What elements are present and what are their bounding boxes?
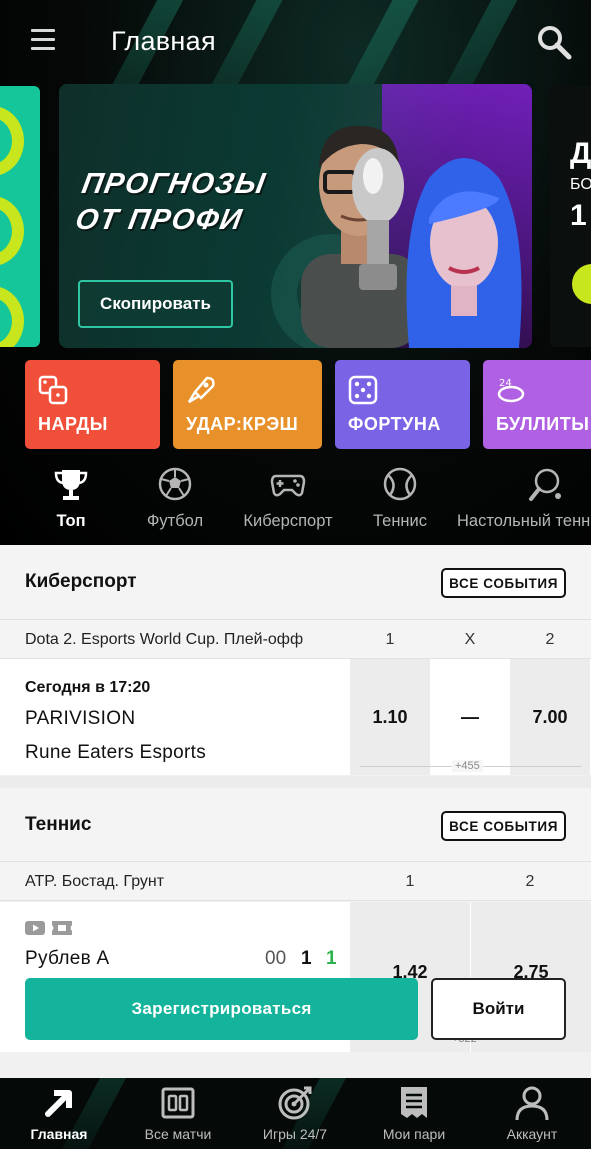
col-head-x: X: [464, 631, 476, 648]
register-button[interactable]: Зарегистрироваться: [25, 978, 418, 1040]
team-home: Рублев А: [25, 948, 110, 969]
user-icon: [515, 1086, 549, 1121]
nav-account[interactable]: Аккаунт: [496, 1084, 568, 1146]
app-header: Главная: [0, 0, 591, 86]
event-card[interactable]: Сегодня в 17:20 PARIVISION Rune Eaters E…: [0, 659, 591, 775]
hamburger-menu-icon[interactable]: [31, 29, 55, 51]
svg-text:24: 24: [499, 378, 512, 389]
esports-section-header: Киберспорт ВСЕ СОБЫТИЯ: [0, 545, 591, 619]
game-tile-label: НАРДЫ: [38, 414, 108, 434]
scoreboard-icon: [161, 1087, 195, 1119]
gamepad-icon: [270, 474, 306, 497]
tab-esports[interactable]: Киберспорт: [232, 466, 344, 538]
score-games: 00: [265, 948, 287, 969]
league-row[interactable]: Dota 2. Esports World Cup. Плей-офф 1 X …: [0, 619, 591, 659]
game-tile-label: УДАР:КРЭШ: [186, 414, 299, 434]
all-events-button[interactable]: ВСЕ СОБЫТИЯ: [441, 568, 566, 598]
game-tile-label: БУЛЛИТЫ: [496, 414, 590, 434]
score-points: 1: [326, 948, 337, 969]
bottom-nav: Главная Все матчи Игры 24/7 Мои пари Акк…: [0, 1078, 591, 1149]
copy-promo-button[interactable]: Скопировать: [78, 280, 233, 328]
team-away: Rune Eaters Esports: [25, 742, 207, 763]
score-sets: 1: [301, 948, 312, 969]
ticket-icon: [52, 921, 72, 935]
nav-all-matches[interactable]: Все матчи: [136, 1084, 220, 1146]
game-tile-fortuna[interactable]: ФОРТУНА: [335, 360, 470, 449]
odd-draw-button[interactable]: —: [430, 659, 510, 775]
tab-table-tennis[interactable]: Настольный теннис: [457, 466, 591, 538]
nav-my-bets[interactable]: Мои пари: [374, 1084, 454, 1146]
rocket-icon: [187, 376, 215, 404]
tab-tennis[interactable]: Теннис: [366, 466, 434, 538]
game-tile-bullity[interactable]: 24 БУЛЛИТЫ: [483, 360, 591, 449]
search-icon[interactable]: [536, 24, 572, 60]
video-icon: [25, 921, 45, 935]
promo-banner-next[interactable]: Д БО 1: [550, 86, 591, 347]
league-row[interactable]: ATP. Бостад. Грунт 1 2: [0, 861, 591, 901]
col-head-1: 1: [405, 873, 415, 890]
dice-icon: [348, 375, 378, 405]
puck-icon: 24: [497, 378, 525, 403]
soccer-ball-icon: [158, 467, 192, 501]
game-tile-nardy[interactable]: НАРДЫ: [25, 360, 160, 449]
tab-football[interactable]: Футбол: [138, 466, 212, 538]
promo-banner[interactable]: Прогнозы от профи Скопировать: [59, 84, 532, 348]
game-tile-udar-crash[interactable]: УДАР:КРЭШ: [173, 360, 322, 449]
tab-top[interactable]: Топ: [40, 466, 102, 538]
top-area: Главная Прогнозы от профи: [0, 0, 591, 545]
league-name: Dota 2. Esports World Cup. Плей-офф: [25, 631, 304, 648]
event-time: Сегодня в 17:20: [25, 679, 151, 696]
ping-pong-icon: [529, 468, 561, 501]
promo-banner-previous[interactable]: [0, 86, 40, 347]
odd-home-button[interactable]: 1.10: [350, 659, 430, 775]
league-name: ATP. Бостад. Грунт: [25, 873, 165, 890]
nav-games[interactable]: Игры 24/7: [252, 1084, 338, 1146]
trophy-icon: [54, 470, 88, 500]
col-head-1: 1: [385, 631, 395, 648]
all-events-button[interactable]: ВСЕ СОБЫТИЯ: [441, 811, 566, 841]
tennis-ball-icon: [383, 467, 417, 501]
team-home: PARIVISION: [25, 708, 136, 729]
login-button[interactable]: Войти: [431, 978, 566, 1040]
more-markets-count[interactable]: +455: [452, 760, 483, 772]
expert-woman-image: [406, 158, 522, 348]
receipt-icon: [401, 1087, 427, 1118]
col-head-2: 2: [545, 631, 555, 648]
game-tile-label: ФОРТУНА: [348, 414, 441, 434]
target-icon: [278, 1086, 312, 1120]
nav-home[interactable]: Главная: [24, 1084, 94, 1146]
tennis-section-header: Теннис ВСЕ СОБЫТИЯ: [0, 788, 591, 862]
section-title: Киберспорт: [25, 571, 137, 592]
odd-away-button[interactable]: 7.00: [510, 659, 590, 775]
section-divider: [0, 776, 591, 788]
page-title: Главная: [111, 26, 216, 56]
arrow-logo-icon: [45, 1090, 72, 1117]
section-title: Теннис: [25, 814, 92, 835]
promo-headline: Прогнозы от профи: [73, 168, 269, 236]
col-head-2: 2: [525, 873, 535, 890]
dice-pair-icon: [38, 375, 68, 405]
